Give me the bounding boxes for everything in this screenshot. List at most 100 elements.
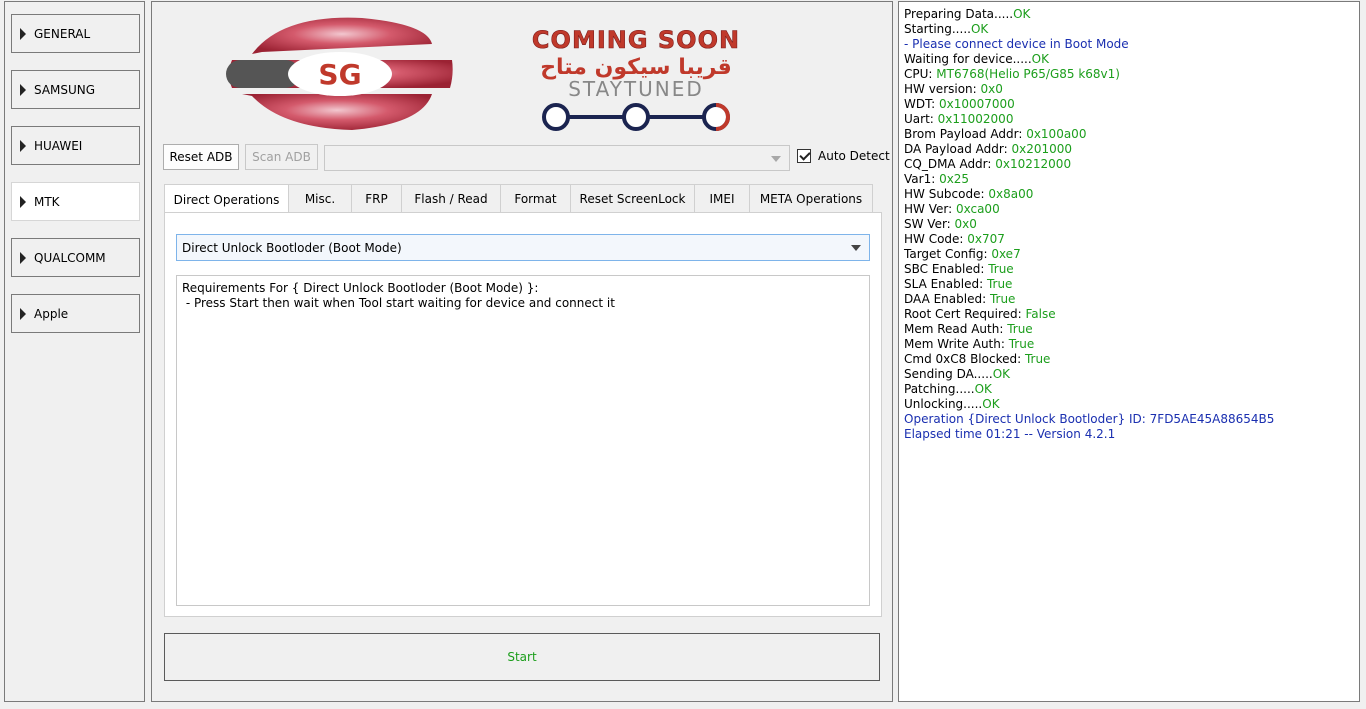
stay-tuned-text: STAYTUNED [568, 77, 704, 101]
log-value: 0x8a00 [988, 187, 1034, 201]
log-value: 0x707 [967, 232, 1005, 246]
log-text: SLA Enabled: [904, 277, 987, 291]
start-button[interactable]: Start [164, 633, 880, 681]
log-value: 0x100a00 [1026, 127, 1087, 141]
tab-frp[interactable]: FRP [351, 184, 402, 213]
log-text: Mem Read Auth: [904, 322, 1008, 336]
log-line: CPU: MT6768(Helio P65/G85 k68v1) [904, 67, 1354, 82]
log-text: Mem Write Auth: [904, 337, 1009, 351]
expand-arrow-icon [20, 139, 26, 152]
log-line: Elapsed time 01:21 -- Version 4.2.1 [904, 427, 1354, 442]
expand-arrow-icon [20, 307, 26, 320]
log-text: WDT: [904, 97, 939, 111]
log-line: Mem Write Auth: True [904, 337, 1354, 352]
log-line: HW Code: 0x707 [904, 232, 1354, 247]
log-line: HW version: 0x0 [904, 82, 1354, 97]
tab-format[interactable]: Format [500, 184, 571, 213]
tab-reset-screenlock[interactable]: Reset ScreenLock [570, 184, 695, 213]
tab-direct-operations[interactable]: Direct Operations [164, 184, 289, 214]
log-value: MT6768(Helio P65/G85 k68v1) [936, 67, 1120, 81]
log-text: SW Ver: [904, 217, 955, 231]
log-value: False [1025, 307, 1056, 321]
log-output[interactable]: Preparing Data.....OK Starting.....OK - P… [898, 1, 1360, 702]
log-line: Starting.....OK [904, 22, 1354, 37]
log-text: Elapsed time 01:21 -- Version 4.2.1 [904, 427, 1116, 441]
log-line: SW Ver: 0x0 [904, 217, 1354, 232]
operation-select[interactable]: Direct Unlock Bootloder (Boot Mode) [176, 234, 870, 261]
tab-misc[interactable]: Misc. [288, 184, 352, 213]
expand-arrow-icon [20, 83, 26, 96]
tab-meta-operations[interactable]: META Operations [749, 184, 873, 213]
log-text: Waiting for device..... [904, 52, 1032, 66]
log-text: Sending DA..... [904, 367, 993, 381]
expand-arrow-icon [20, 251, 26, 264]
sg-logo-icon: SG [226, 17, 453, 130]
log-line: HW Subcode: 0x8a00 [904, 187, 1354, 202]
log-value: True [986, 277, 1013, 291]
reset-adb-button[interactable]: Reset ADB [163, 144, 239, 170]
sidebar-item-huawei[interactable]: HUAWEI [11, 126, 140, 165]
log-value: True [989, 292, 1016, 306]
sidebar-item-general[interactable]: GENERAL [11, 14, 140, 53]
sidebar-item-label: QUALCOMM [34, 250, 106, 265]
log-text: Target Config: [904, 247, 992, 261]
log-line: DA Payload Addr: 0x201000 [904, 142, 1354, 157]
log-line: DAA Enabled: True [904, 292, 1354, 307]
log-line: WDT: 0x10007000 [904, 97, 1354, 112]
log-line: Mem Read Auth: True [904, 322, 1354, 337]
progress-dots-icon [542, 103, 730, 131]
log-value: 0x11002000 [937, 112, 1014, 126]
log-text: Brom Payload Addr: [904, 127, 1027, 141]
log-line: Var1: 0x25 [904, 172, 1354, 187]
auto-detect-checkbox[interactable]: Auto Detect [797, 149, 890, 163]
coming-soon-banner: SG COMING SOON قريبا سيكون متاح STAYTUNE… [226, 17, 740, 131]
operations-panel: SG COMING SOON قريبا سيكون متاح STAYTUNE… [151, 1, 893, 702]
log-value: OK [1013, 7, 1031, 21]
log-value: OK [974, 382, 992, 396]
log-text: DAA Enabled: [904, 292, 990, 306]
checkbox-checked-icon[interactable] [797, 149, 811, 163]
chevron-down-icon [771, 156, 781, 162]
sidebar-item-label: Apple [34, 306, 69, 321]
sidebar-item-samsung[interactable]: SAMSUNG [11, 70, 140, 109]
log-line: Uart: 0x11002000 [904, 112, 1354, 127]
log-value: True [988, 262, 1014, 276]
sidebar-item-apple[interactable]: Apple [11, 294, 140, 333]
log-text: DA Payload Addr: [904, 142, 1012, 156]
log-line: HW Ver: 0xca00 [904, 202, 1354, 217]
log-line: Root Cert Required: False [904, 307, 1354, 322]
log-value: True [1008, 337, 1035, 351]
log-line: SBC Enabled: True [904, 262, 1354, 277]
log-value: OK [970, 22, 989, 36]
expand-arrow-icon [20, 195, 26, 208]
log-text: CPU: [904, 67, 937, 81]
log-value: True [1024, 352, 1051, 366]
log-value: OK [1031, 52, 1049, 66]
log-text: Unlocking..... [904, 397, 983, 411]
requirements-text[interactable]: Requirements For { Direct Unlock Bootlod… [176, 275, 870, 606]
log-text: CQ_DMA Addr: [904, 157, 996, 171]
log-text: SBC Enabled: [904, 262, 989, 276]
log-value: 0x10212000 [995, 157, 1072, 171]
tab-imei[interactable]: IMEI [694, 184, 750, 213]
sidebar-item-mtk[interactable]: MTK [11, 182, 140, 221]
sidebar-item-label: HUAWEI [34, 138, 83, 153]
brand-sidebar: GENERAL SAMSUNG HUAWEI MTK QUALCOMM Appl… [4, 1, 145, 702]
log-text: Uart: [904, 112, 938, 126]
log-value: OK [992, 367, 1011, 381]
scan-adb-button[interactable]: Scan ADB [245, 144, 318, 170]
log-text: Cmd 0xC8 Blocked: [904, 352, 1025, 366]
tab-flash-read[interactable]: Flash / Read [401, 184, 501, 213]
log-line: Waiting for device.....OK [904, 52, 1354, 67]
device-select[interactable] [324, 145, 790, 171]
operation-tabs: Direct Operations Misc. FRP Flash / Read… [164, 184, 873, 214]
coming-soon-text: COMING SOON [532, 26, 740, 54]
log-text: Patching..... [904, 382, 975, 396]
log-line: Target Config: 0xe7 [904, 247, 1354, 262]
log-line: Preparing Data.....OK [904, 7, 1354, 22]
log-text: Var1: [904, 172, 940, 186]
log-value: 0x0 [954, 217, 977, 231]
log-value: True [1007, 322, 1033, 336]
sidebar-item-qualcomm[interactable]: QUALCOMM [11, 238, 140, 277]
log-text: Operation {Direct Unlock Bootloder} ID: … [904, 412, 1275, 426]
